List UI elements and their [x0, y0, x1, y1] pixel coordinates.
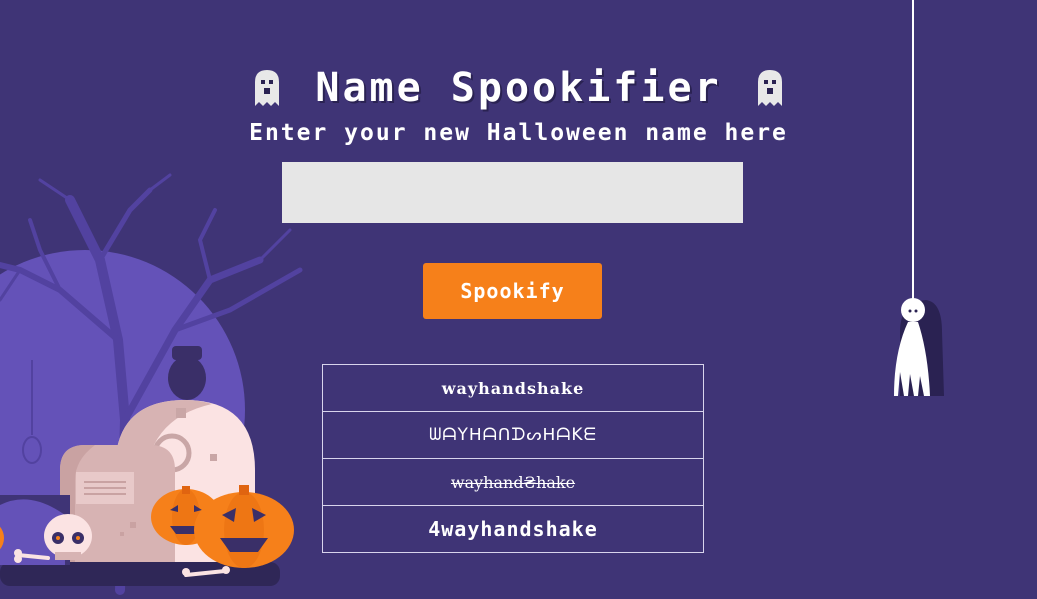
- page-title: Name Spookifier: [315, 65, 722, 111]
- result-row: 4wayhandshake: [323, 506, 703, 553]
- ghost-icon: [757, 70, 782, 106]
- hanging-ghost-icon: [894, 298, 944, 396]
- page-subtitle: Enter your new Halloween name here: [249, 120, 788, 146]
- ghost-icon: [255, 70, 280, 106]
- results-table: wayhandshake ᗯᗩYᕼᗩᑎᗪᔕᕼᗩKᗴ wayhand₴hake 4…: [322, 364, 704, 553]
- spookify-button[interactable]: Spookify: [423, 263, 602, 319]
- title-row: Name Spookifier: [0, 62, 1037, 114]
- graveyard-illustration: [0, 173, 303, 595]
- result-row: ᗯᗩYᕼᗩᑎᗪᔕᕼᗩKᗴ: [323, 412, 703, 459]
- hanging-string: [912, 0, 914, 300]
- result-row: wayhand₴hake: [323, 459, 703, 506]
- result-row: wayhandshake: [323, 365, 703, 412]
- name-input[interactable]: [282, 162, 743, 223]
- page-scene: Name Spookifier Enter your new Halloween…: [0, 0, 1037, 599]
